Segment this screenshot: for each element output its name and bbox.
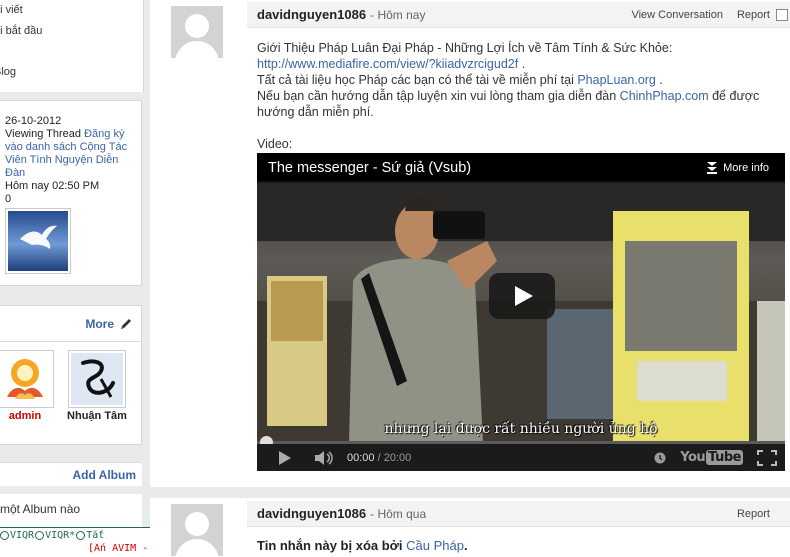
- post-time: - Hôm qua: [370, 506, 427, 521]
- user-avatar[interactable]: [171, 6, 223, 58]
- pencil-icon[interactable]: [119, 317, 133, 331]
- members-card: More admin Nhuận Tâm: [0, 305, 142, 445]
- viqr-star-option-label[interactable]: VIQR*: [45, 530, 75, 541]
- video-time: 00:00 / 20:00: [347, 450, 411, 466]
- calligraphy-avatar-icon: [71, 353, 123, 405]
- post-time: - Hôm nay: [370, 7, 426, 22]
- activity-count: 0: [5, 193, 12, 205]
- more-link[interactable]: More: [85, 317, 114, 331]
- select-checkbox[interactable]: [776, 8, 788, 21]
- post-username[interactable]: davidnguyen1086: [257, 7, 366, 22]
- post-actions: Report: [737, 508, 790, 520]
- post: davidnguyen1086 - Hôm nay View Conversat…: [150, 0, 790, 487]
- add-album-link[interactable]: Add Album: [72, 468, 136, 482]
- sidebar-links: ài viết ài bắt đầu Blog: [0, 0, 144, 92]
- video-title-bar: The messenger - Sứ giả (Vsub) More info: [257, 153, 785, 183]
- clock-icon[interactable]: [654, 452, 666, 464]
- play-icon[interactable]: [279, 450, 291, 465]
- album-empty-text: một Album nào: [0, 502, 81, 516]
- report-link[interactable]: Report: [737, 508, 770, 520]
- lotus-avatar-icon: [7, 359, 43, 399]
- volume-icon[interactable]: [315, 450, 335, 465]
- dove-image: [8, 211, 68, 271]
- user-avatar[interactable]: [171, 504, 223, 556]
- avatar-head-shape: [185, 512, 209, 536]
- post-line-link1: http://www.mediafire.com/view/?kiiadvzrc…: [257, 57, 526, 71]
- sidebar-link-started[interactable]: ài bắt đầu: [0, 25, 42, 38]
- chinhphap-link[interactable]: ChinhPhap.com: [620, 89, 709, 103]
- member-admin[interactable]: admin: [0, 350, 54, 422]
- more-info-button[interactable]: More info: [707, 160, 785, 176]
- member-nhuan-tam[interactable]: Nhuận Tâm: [62, 350, 132, 422]
- post-line-intro: Giới Thiệu Pháp Luân Đại Pháp - Những Lợ…: [257, 41, 673, 55]
- post-line-download: Tất cả tài liệu học Pháp các bạn có thể …: [257, 73, 663, 87]
- more-info-label: More info: [723, 162, 769, 174]
- mediafire-link[interactable]: http://www.mediafire.com/view/?kiiadvzrc…: [257, 57, 518, 71]
- off-option-label[interactable]: Tắt: [86, 530, 104, 541]
- post-username[interactable]: davidnguyen1086: [257, 506, 366, 521]
- forum-text: Nếu bạn cần hướng dẫn tập luyện xin vui …: [257, 89, 617, 103]
- member-name[interactable]: admin: [9, 410, 41, 422]
- video-title[interactable]: The messenger - Sứ giả (Vsub): [268, 160, 471, 176]
- phapluan-link[interactable]: PhapLuan.org: [577, 73, 656, 87]
- report-link[interactable]: Report: [737, 9, 770, 21]
- play-button-large[interactable]: [489, 273, 555, 319]
- activity-thumbnail[interactable]: [5, 208, 71, 274]
- controls-right: You Tube: [654, 449, 785, 466]
- deleted-message: Tin nhắn này bị xóa bởi Cầu Pháp.: [257, 538, 468, 553]
- video-label: Video:: [257, 137, 293, 151]
- avatar[interactable]: [68, 350, 126, 408]
- off-radio[interactable]: [76, 531, 86, 540]
- video-player[interactable]: The messenger - Sứ giả (Vsub) More info …: [257, 153, 785, 471]
- sidebar: ài viết ài bắt đầu Blog 26-10-2012 Viewi…: [0, 0, 168, 557]
- avim-hint: [Ấn AVIM - F1: [0, 543, 168, 557]
- avatar-body-shape: [175, 539, 219, 556]
- viqr-option-label[interactable]: VIQR: [10, 530, 34, 541]
- post-header: davidnguyen1086 - Hôm nay View Conversat…: [247, 2, 790, 28]
- post-line-forum: Nếu bạn cần hướng dẫn tập luyện xin vui …: [257, 88, 782, 120]
- dove-icon: [20, 225, 57, 249]
- youtube-logo[interactable]: You Tube: [680, 449, 743, 466]
- activity-text: Viewing Thread Đăng ký vào danh sách Cộn…: [5, 128, 141, 180]
- fullscreen-icon[interactable]: [757, 449, 777, 466]
- activity-date: 26-10-2012: [5, 115, 62, 127]
- video-subtitle: nhưng lại được rất nhiều người ủng hộ: [384, 421, 658, 437]
- duration: / 20:00: [377, 451, 412, 464]
- viqr-star-radio[interactable]: [35, 531, 45, 540]
- avatar-head-shape: [185, 14, 209, 38]
- video-controls: 00:00 / 20:00 You Tube: [257, 444, 785, 471]
- avatar[interactable]: [0, 350, 54, 408]
- youtube-logo-you: You: [680, 449, 706, 465]
- activity-prefix: Viewing Thread: [5, 128, 82, 140]
- youtube-logo-tube: Tube: [706, 449, 743, 465]
- activity-time: Hôm nay 02:50 PM: [5, 180, 100, 192]
- viqr-toolbar: VIQR VIQR* Tắt [Ấn AVIM - F1: [0, 527, 168, 557]
- post-header: davidnguyen1086 - Hôm qua Report: [247, 501, 790, 527]
- deleted-by-user-link[interactable]: Cầu Pháp: [406, 538, 464, 553]
- activity-card: 26-10-2012 Viewing Thread Đăng ký vào da…: [0, 100, 142, 286]
- view-conversation-link[interactable]: View Conversation: [631, 9, 723, 21]
- chevron-down-icon: [707, 162, 718, 174]
- sidebar-link-posts[interactable]: ài viết: [0, 4, 23, 17]
- deleted-suffix: .: [463, 538, 468, 553]
- post-actions: View Conversation Report: [631, 8, 790, 21]
- avatar-body-shape: [175, 41, 219, 58]
- sidebar-link-blog[interactable]: Blog: [0, 66, 16, 79]
- post: davidnguyen1086 - Hôm qua Report Tin nhắ…: [150, 498, 790, 557]
- viqr-options: VIQR VIQR* Tắt: [0, 527, 168, 543]
- post-body: Giới Thiệu Pháp Luân Đại Pháp - Những Lợ…: [257, 40, 785, 471]
- members-header: More: [0, 306, 141, 342]
- viqr-radio[interactable]: [0, 531, 9, 540]
- download-text: Tất cả tài liệu học Pháp các bạn có thể …: [257, 73, 574, 87]
- deleted-text: Tin nhắn này bị xóa bởi: [257, 538, 403, 553]
- current-time: 00:00: [347, 451, 375, 464]
- member-name[interactable]: Nhuận Tâm: [67, 410, 127, 422]
- album-header: Add Album: [0, 462, 142, 486]
